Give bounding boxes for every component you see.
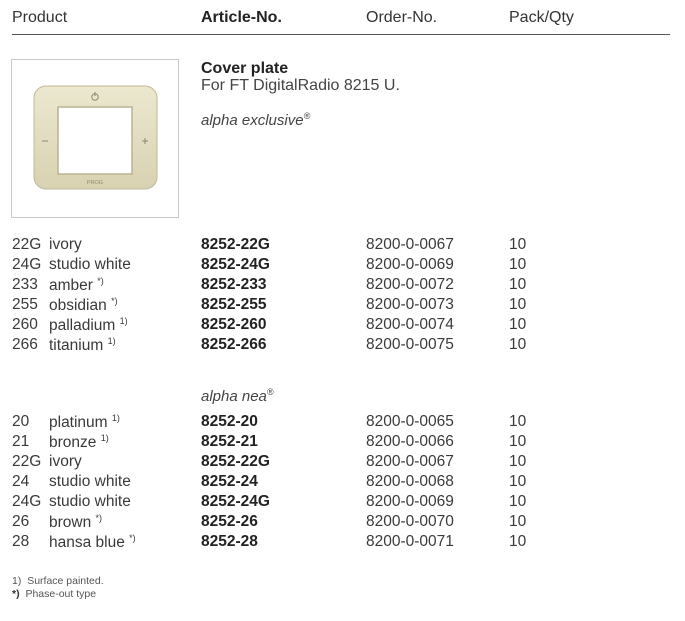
header-order: Order-No. [366,9,438,26]
footnote-phase-out: *) Phase-out type [12,588,97,600]
table-row: 233 amber *) 8252-233 8200-0-0072 10 [12,276,527,295]
table-row: 24G studio white 8252-24G 8200-0-0069 10 [12,493,527,510]
header-divider [12,34,670,35]
table-row: 24 studio white 8252-24 8200-0-0068 10 [12,473,527,490]
header-pack: Pack/Qty [509,9,574,26]
table-row: 22G ivory 8252-22G 8200-0-0067 10 [12,453,527,470]
table-row: 20 platinum 1) 8252-20 8200-0-0065 10 [12,413,527,432]
line-label-alpha-nea: alpha nea® [201,387,274,405]
table-row: 260 palladium 1) 8252-260 8200-0-0074 10 [12,316,527,335]
footnote-surface-painted: 1) Surface painted. [12,575,104,587]
header-product: Product [12,9,68,26]
cover-plate-photo: PROG [33,85,158,190]
line-label-alpha-exclusive: alpha exclusive® [201,111,311,129]
table-row: 255 obsidian *) 8252-255 8200-0-0073 10 [12,296,527,315]
table-row: 22G ivory 8252-22G 8200-0-0067 10 [12,236,527,253]
table-row: 21 bronze 1) 8252-21 8200-0-0066 10 [12,433,527,452]
table-row: 24G studio white 8252-24G 8200-0-0069 10 [12,256,527,273]
product-image-frame: PROG [11,59,179,218]
product-subtitle: For FT DigitalRadio 8215 U. [201,77,400,94]
product-title: Cover plate [201,60,289,77]
table-row: 26 brown *) 8252-26 8200-0-0070 10 [12,513,527,532]
prog-label: PROG [87,180,103,186]
table-row: 28 hansa blue *) 8252-28 8200-0-0071 10 [12,533,527,552]
table-row: 266 titanium 1) 8252-266 8200-0-0075 10 [12,336,527,355]
header-article: Article-No. [201,9,282,26]
